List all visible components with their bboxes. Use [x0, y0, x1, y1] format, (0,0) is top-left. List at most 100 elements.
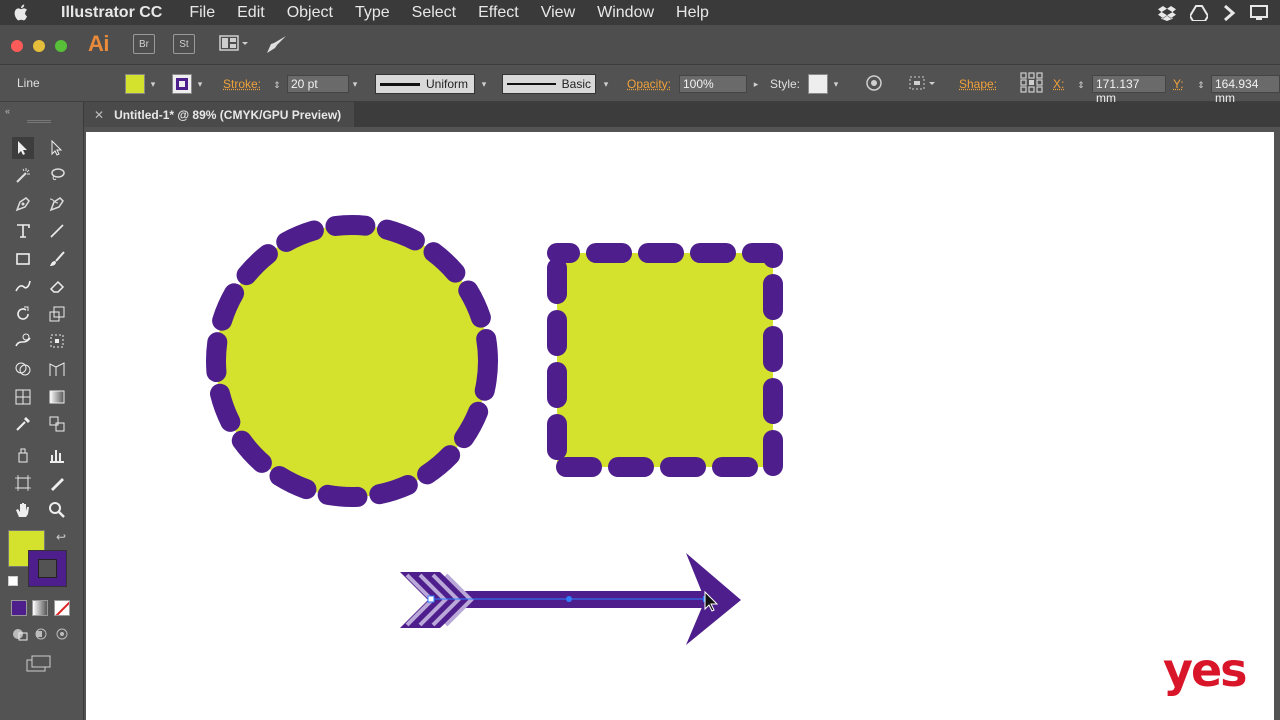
path-center-point[interactable]: [566, 596, 572, 602]
gradient-tool[interactable]: [46, 386, 68, 408]
free-transform-tool[interactable]: [46, 330, 68, 352]
eraser-tool[interactable]: [46, 275, 68, 297]
tools-panel: « ↩: [0, 102, 84, 720]
menu-select[interactable]: Select: [412, 4, 456, 22]
curvature-tool[interactable]: [46, 193, 68, 215]
menu-object[interactable]: Object: [287, 4, 333, 22]
draw-inside-icon[interactable]: [55, 627, 69, 646]
color-mode-button[interactable]: [11, 600, 27, 616]
gradient-mode-button[interactable]: [32, 600, 48, 616]
none-mode-button[interactable]: [54, 600, 70, 616]
style-dropdown-icon[interactable]: ▾: [829, 74, 843, 94]
google-drive-icon[interactable]: [1190, 4, 1208, 21]
opacity-field[interactable]: 100%: [679, 75, 747, 93]
collapse-panel-icon[interactable]: «: [5, 106, 10, 116]
shaper-tool[interactable]: [12, 275, 34, 297]
line-segment-tool[interactable]: [46, 220, 68, 242]
artboard-tool[interactable]: [12, 472, 34, 494]
y-label[interactable]: Y:: [1173, 77, 1184, 91]
menu-type[interactable]: Type: [355, 4, 390, 22]
mesh-tool[interactable]: [12, 386, 34, 408]
zoom-tool[interactable]: [46, 499, 68, 521]
menu-view[interactable]: View: [541, 4, 575, 22]
close-window-button[interactable]: [11, 40, 23, 52]
opacity-label[interactable]: Opacity:: [627, 77, 671, 91]
hand-tool[interactable]: [12, 499, 34, 521]
brush-dropdown-icon[interactable]: ▾: [599, 74, 613, 94]
scale-icon: [49, 306, 65, 322]
variable-width-profile-select[interactable]: Uniform: [375, 74, 475, 94]
fill-swatch[interactable]: [125, 74, 145, 94]
profile-dropdown-icon[interactable]: ▾: [477, 74, 491, 94]
shape-builder-tool[interactable]: [12, 358, 34, 380]
zoom-window-button[interactable]: [55, 40, 67, 52]
x-label[interactable]: X:: [1053, 77, 1064, 91]
draw-behind-icon[interactable]: [33, 627, 51, 646]
shape-label[interactable]: Shape:: [959, 77, 997, 91]
stroke-label[interactable]: Stroke:: [223, 77, 261, 91]
draw-normal-icon[interactable]: [11, 627, 29, 646]
direct-selection-icon: [51, 139, 63, 156]
brush-definition-select[interactable]: Basic: [502, 74, 596, 94]
stroke-dropdown-icon[interactable]: ▾: [193, 74, 207, 94]
magic-wand-tool[interactable]: [12, 164, 34, 186]
display-icon[interactable]: [1250, 4, 1268, 21]
dashed-circle-shape[interactable]: [206, 215, 498, 507]
app-name-menu[interactable]: Illustrator CC: [61, 4, 162, 22]
reference-point-icon[interactable]: [1020, 72, 1044, 97]
minimize-window-button[interactable]: [33, 40, 45, 52]
warp-tool[interactable]: [12, 330, 34, 352]
perspective-grid-tool[interactable]: [46, 358, 68, 380]
blend-tool[interactable]: [46, 413, 68, 435]
recolor-artwork-icon[interactable]: [865, 74, 883, 95]
chevron-right-icon[interactable]: [1222, 4, 1236, 21]
gpu-performance-icon[interactable]: [266, 35, 288, 60]
panel-grip[interactable]: [27, 120, 51, 123]
rectangle-tool[interactable]: [12, 248, 34, 270]
selection-tool[interactable]: [12, 137, 34, 159]
menu-edit[interactable]: Edit: [237, 4, 265, 22]
slice-tool[interactable]: [46, 472, 68, 494]
stock-button[interactable]: St: [173, 34, 195, 54]
stroke-color-box[interactable]: [28, 550, 67, 587]
stroke-swatch[interactable]: [172, 74, 192, 94]
swap-fill-stroke-icon[interactable]: ↩: [56, 530, 66, 544]
type-tool[interactable]: [12, 220, 34, 242]
stroke-weight-field[interactable]: 20 pt: [287, 75, 349, 93]
stroke-weight-dropdown-icon[interactable]: ▾: [348, 74, 362, 94]
y-stepper[interactable]: ⇕: [1194, 75, 1208, 95]
default-fill-stroke-icon[interactable]: [8, 576, 18, 586]
align-selection-icon[interactable]: [908, 74, 938, 95]
eyedropper-tool[interactable]: [12, 413, 34, 435]
style-swatch[interactable]: [808, 74, 828, 94]
x-stepper[interactable]: ⇕: [1074, 75, 1088, 95]
paintbrush-tool[interactable]: [46, 248, 68, 270]
path-anchor-start[interactable]: [427, 595, 435, 603]
lasso-tool[interactable]: [46, 164, 68, 186]
opacity-dropdown-icon[interactable]: ▸: [749, 74, 763, 94]
symbol-sprayer-tool[interactable]: [12, 444, 34, 466]
direct-selection-tool[interactable]: [46, 137, 68, 159]
stroke-weight-stepper[interactable]: ⇕: [270, 75, 284, 95]
profile-label: Uniform: [426, 77, 469, 91]
close-tab-icon[interactable]: ✕: [94, 108, 104, 122]
menu-file[interactable]: File: [189, 4, 215, 22]
apple-icon[interactable]: [0, 0, 40, 25]
screen-mode-icon[interactable]: [26, 655, 52, 678]
scale-tool[interactable]: [46, 303, 68, 325]
bridge-button[interactable]: Br: [133, 34, 155, 54]
dashed-square-shape[interactable]: [547, 243, 783, 477]
fill-dropdown-icon[interactable]: ▾: [146, 74, 160, 94]
rotate-tool[interactable]: [12, 303, 34, 325]
y-field[interactable]: 164.934 mm: [1211, 75, 1280, 105]
dropbox-icon[interactable]: [1158, 5, 1176, 21]
document-tab[interactable]: ✕ Untitled-1* @ 89% (CMYK/GPU Preview): [84, 102, 354, 127]
pen-tool[interactable]: [12, 193, 34, 215]
line-segment-icon: [50, 224, 64, 238]
menu-effect[interactable]: Effect: [478, 4, 519, 22]
x-field[interactable]: 171.137 mm: [1092, 75, 1166, 105]
menu-help[interactable]: Help: [676, 4, 709, 22]
arrange-documents-icon[interactable]: [219, 35, 249, 58]
column-graph-tool[interactable]: [46, 444, 68, 466]
menu-window[interactable]: Window: [597, 4, 654, 22]
